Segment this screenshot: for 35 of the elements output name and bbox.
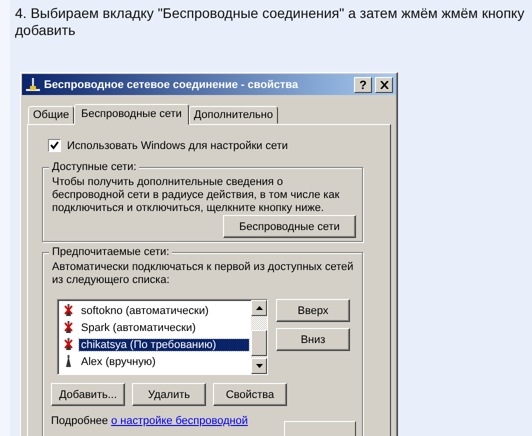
checkbox[interactable] xyxy=(48,139,61,152)
window-title: Беспроводное сетевое соединение - свойства xyxy=(44,78,300,90)
antenna-icon xyxy=(64,355,73,368)
action-button[interactable]: Удалить xyxy=(132,383,206,406)
down-arrow-icon xyxy=(256,364,262,368)
tab[interactable]: Дополнительно xyxy=(188,106,278,124)
close-button[interactable] xyxy=(375,76,393,92)
action-button[interactable]: Свойства xyxy=(213,383,287,406)
check-icon xyxy=(50,141,59,150)
list-item[interactable]: Spark (автоматически) xyxy=(79,322,249,334)
move-button[interactable]: Вниз xyxy=(276,328,350,351)
help-button[interactable]: ? xyxy=(354,76,372,92)
unavailable-antenna-icon xyxy=(64,338,73,351)
help-link[interactable]: о настройке беспроводной xyxy=(111,415,248,427)
tab[interactable]: Беспроводные сети xyxy=(74,104,189,125)
instruction-text: 4. Выбираем вкладку "Беспроводные соединения" а затем жмём жмём кнопку добавить xyxy=(14,4,526,39)
list-item[interactable]: Alex (вручную) xyxy=(79,356,249,368)
description-text: Чтобы получить дополнительные сведения о беспроводной сети в радиусе действия, в том числе как подключиться и отключиться, щелкните кнопку ниже. xyxy=(52,176,340,215)
network-connection-icon xyxy=(25,78,41,92)
description-text: Автоматически подключаться к первой из доступных сетей из следующего списка: xyxy=(52,261,354,287)
wireless-networks-button[interactable]: Беспроводные сети xyxy=(223,215,356,238)
up-arrow-icon xyxy=(256,306,262,310)
tab[interactable]: Общие xyxy=(28,106,74,124)
move-button[interactable]: Вверх xyxy=(276,299,350,322)
unavailable-antenna-icon xyxy=(64,304,73,317)
close-icon xyxy=(380,80,388,88)
group-title: Предпочитаемые сети: xyxy=(49,246,172,258)
unavailable-antenna-icon xyxy=(64,321,73,334)
action-button[interactable]: Добавить... xyxy=(51,383,125,406)
group-title: Доступные сети: xyxy=(49,161,140,173)
list-item[interactable]: chikatsya (По требованию) xyxy=(79,338,249,350)
scrollbar[interactable] xyxy=(251,300,267,374)
list-item[interactable]: softokno (автоматически) xyxy=(79,304,249,316)
checkbox-label: Использовать Windows для настройки сети xyxy=(67,140,288,152)
more-info-text: Подробнее о настройке беспроводной xyxy=(51,415,248,427)
